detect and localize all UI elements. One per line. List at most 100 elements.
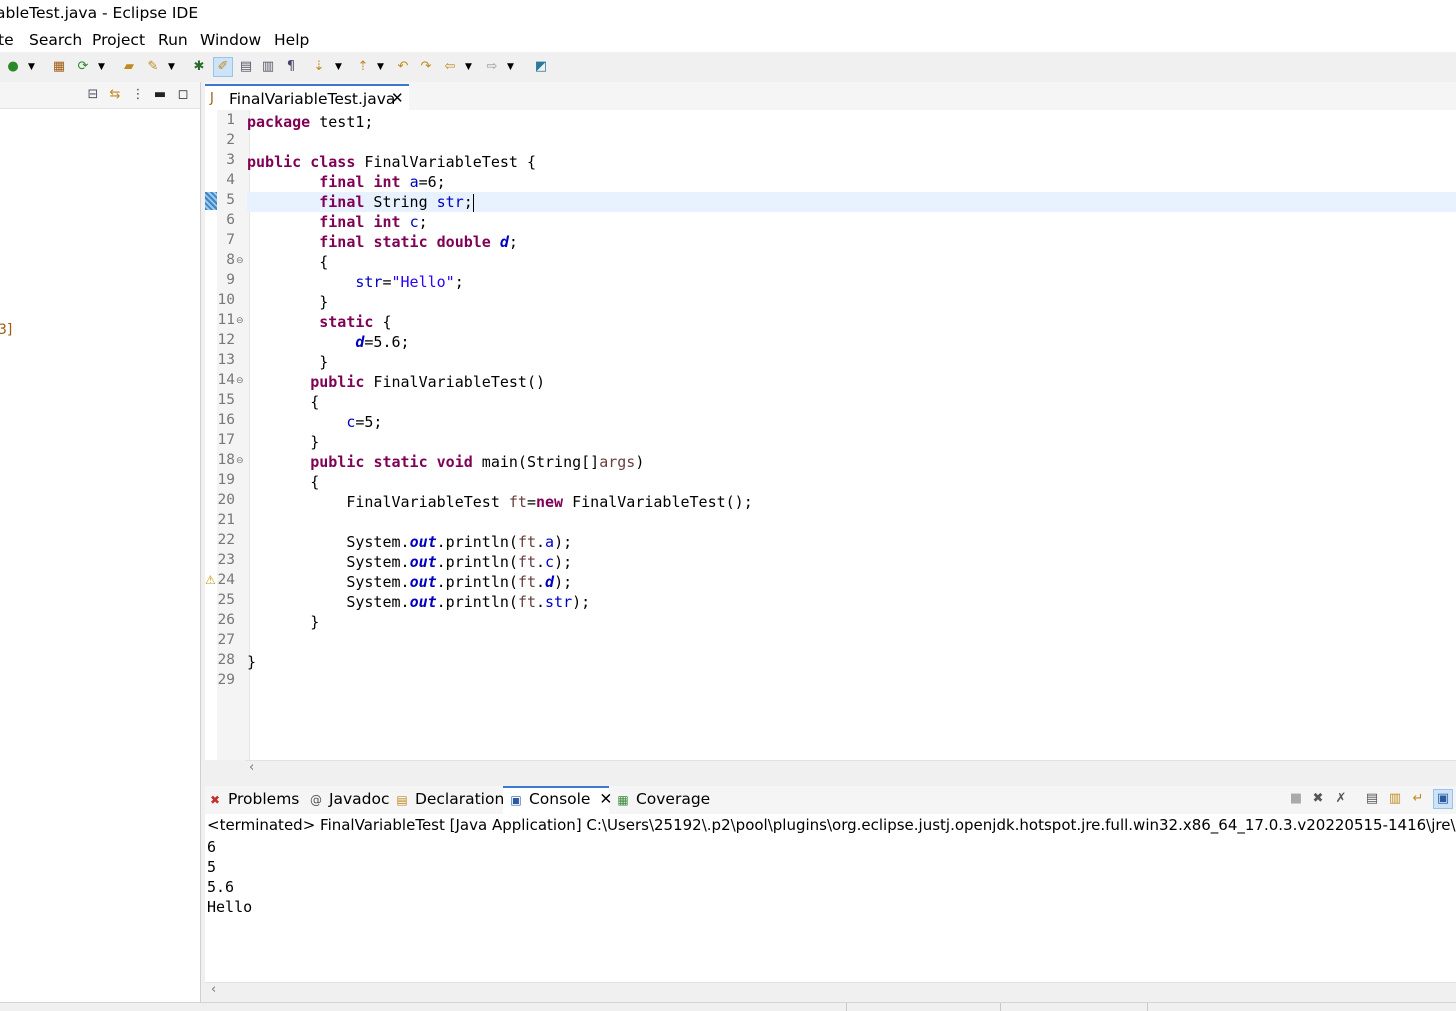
line-number: 10	[217, 292, 235, 308]
tab-javadoc[interactable]: @ Javadoc	[308, 790, 390, 808]
chevron-down-icon[interactable]: ▼	[507, 58, 514, 76]
document-icon[interactable]: ▥	[259, 58, 277, 76]
view-menu-icon[interactable]: ⋮	[129, 86, 147, 104]
line-number: 29	[217, 672, 235, 688]
chevron-down-icon[interactable]: ▼	[98, 58, 105, 76]
line-number: 14	[217, 372, 235, 388]
minimize-icon[interactable]: ▬	[151, 86, 169, 104]
console-horizontal-scrollbar[interactable]: ‹	[205, 982, 1456, 1001]
fold-icon[interactable]: ⊖	[236, 456, 244, 466]
code-area[interactable]: package test1; public class FinalVariabl…	[247, 110, 1456, 760]
tab-coverage[interactable]: ▦ Coverage	[615, 790, 710, 808]
menu-navigate[interactable]: te	[0, 31, 14, 49]
menu-search[interactable]: Search	[29, 31, 82, 49]
pin-console-icon[interactable]: ▣	[1433, 789, 1453, 809]
refresh-icon[interactable]: ⟳	[74, 58, 92, 76]
package-icon[interactable]: ▦	[50, 58, 68, 76]
package-explorer-toolbar: ⊟ ⇆ ⋮ ▬ ◻	[0, 82, 200, 109]
code-line: System.out.println(ft.c);	[247, 553, 573, 571]
fold-icon[interactable]: ⊖	[236, 316, 244, 326]
code-line: public FinalVariableTest()	[310, 373, 546, 391]
code-line: }	[247, 353, 329, 371]
chevron-down-icon[interactable]: ▼	[377, 58, 384, 76]
line-number: 22	[217, 532, 235, 548]
last-edit-icon[interactable]: ↶	[394, 58, 412, 76]
tab-label: Coverage	[635, 790, 711, 808]
line-number: 13	[217, 352, 235, 368]
open-folder-icon[interactable]: ▰	[120, 58, 138, 76]
occurrence-marker	[205, 192, 217, 210]
bottom-tab-bar: ✖ Problems @ Javadoc ▤ Declaration ▣ Con…	[205, 786, 1456, 815]
chevron-down-icon[interactable]: ▼	[465, 58, 472, 76]
editor-tab-bar: J FinalVariableTest.java ✕	[205, 82, 1456, 111]
code-line: }	[247, 433, 320, 451]
line-number: 27	[217, 632, 235, 648]
close-icon[interactable]: ✕	[599, 790, 612, 808]
next-annotation-icon[interactable]: ⇣	[310, 58, 328, 76]
coverage-icon: ▦	[617, 793, 629, 807]
console-output-line: 6	[207, 838, 217, 856]
line-number: 23	[217, 552, 235, 568]
warning-icon: ⚠	[205, 573, 216, 587]
menu-run[interactable]: Run	[158, 31, 188, 49]
back-arrow-icon[interactable]: ⇦	[441, 58, 459, 76]
editor-horizontal-scrollbar[interactable]: ‹	[245, 760, 1456, 779]
console-output-line: 5	[207, 858, 217, 876]
annotation-ruler: ⚠	[205, 110, 217, 760]
code-line: public static void main(String[]args)	[310, 453, 645, 471]
console-output[interactable]: 6 5 5.6 Hello	[205, 836, 1456, 982]
line-number: 20	[217, 492, 235, 508]
line-number: 17	[217, 432, 235, 448]
code-line: final int a=6;	[319, 173, 446, 191]
maximize-icon[interactable]: ◻	[174, 86, 192, 104]
editor-tab-finalvariabletest[interactable]: J FinalVariableTest.java ✕	[205, 84, 409, 110]
code-line: static {	[319, 313, 392, 331]
forward-arrow-icon[interactable]: ⇨	[483, 58, 501, 76]
tab-console[interactable]: ▣ Console ✕	[508, 790, 612, 808]
menu-help[interactable]: Help	[274, 31, 309, 49]
perspective-icon[interactable]: ◩	[532, 58, 550, 76]
tree-item-fragment[interactable]: 3]	[0, 322, 12, 338]
menu-project[interactable]: Project	[92, 31, 145, 49]
chevron-down-icon[interactable]: ▼	[335, 58, 342, 76]
close-icon[interactable]: ✕	[391, 89, 404, 107]
debug-icon[interactable]: ✱	[190, 58, 208, 76]
line-number: 19	[217, 472, 235, 488]
tab-label: Console	[528, 790, 591, 808]
fold-icon[interactable]: ⊖	[236, 256, 244, 266]
stop-icon[interactable]: ■	[1287, 790, 1305, 808]
code-line: }	[247, 293, 329, 311]
console-output-line: 5.6	[207, 878, 235, 896]
remove-launch-icon[interactable]: ✖	[1309, 790, 1327, 808]
tab-label: Problems	[227, 790, 300, 808]
tab-declaration[interactable]: ▤ Declaration	[394, 790, 504, 808]
highlight-icon[interactable]: ✐	[213, 57, 233, 77]
collapse-all-icon[interactable]: ⊟	[84, 86, 102, 104]
previous-annotation-icon[interactable]: ⇡	[354, 58, 372, 76]
pilcrow-icon[interactable]: ¶	[282, 58, 300, 76]
block-select-icon[interactable]: ▤	[237, 58, 255, 76]
forward-edit-icon[interactable]: ↷	[417, 58, 435, 76]
word-wrap-icon[interactable]: ↵	[1409, 790, 1427, 808]
clear-console-icon[interactable]: ▤	[1363, 790, 1381, 808]
chevron-down-icon[interactable]: ▼	[168, 58, 175, 76]
scroll-left-icon[interactable]: ‹	[211, 982, 216, 997]
menu-window[interactable]: Window	[200, 31, 261, 49]
line-number: 15	[217, 392, 235, 408]
wand-icon[interactable]: ✎	[144, 58, 162, 76]
remove-all-icon[interactable]: ✗	[1332, 790, 1350, 808]
code-line: c=5;	[346, 413, 383, 431]
fold-icon[interactable]: ⊖	[236, 376, 244, 386]
code-line: }	[247, 613, 320, 631]
line-number: 25	[217, 592, 235, 608]
code-editor[interactable]: ⚠ 1 2 3 4 5 6 7 8 ⊖ 9 10 11 ⊖ 12 13 14 ⊖…	[205, 110, 1456, 760]
chevron-down-icon[interactable]: ▼	[28, 58, 35, 76]
scroll-lock-icon[interactable]: ▥	[1386, 790, 1404, 808]
scroll-left-icon[interactable]: ‹	[249, 760, 254, 775]
line-number: 24	[217, 572, 235, 588]
run-icon[interactable]: ●	[4, 58, 22, 76]
line-number: 6	[226, 212, 235, 228]
window-title: ableTest.java - Eclipse IDE	[0, 4, 199, 22]
link-editor-icon[interactable]: ⇆	[106, 86, 124, 104]
tab-problems[interactable]: ✖ Problems	[207, 790, 299, 808]
